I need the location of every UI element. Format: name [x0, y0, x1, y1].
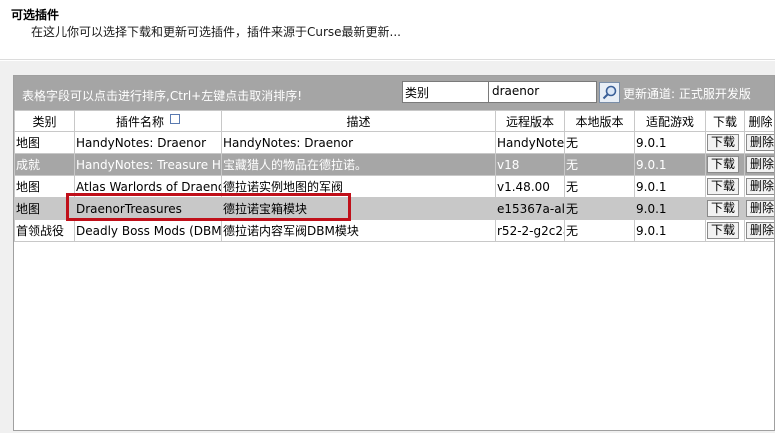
cell-delete: 删除: [744, 219, 774, 242]
column-header-game-version[interactable]: 适配游戏: [634, 110, 706, 132]
delete-button[interactable]: 删除: [746, 134, 774, 151]
table-row[interactable]: 成就 HandyNotes: Treasure Hunter 宝藏猎人的物品在德…: [14, 153, 774, 176]
cell-game-version: 9.0.1: [634, 175, 706, 198]
cell-delete: 删除: [744, 197, 774, 220]
download-button[interactable]: 下载: [707, 200, 740, 217]
cell-local-version: 无: [564, 197, 635, 220]
update-channel[interactable]: 更新通道: 正式服开发版: [623, 85, 751, 102]
update-channel-label: 更新通道:: [623, 87, 676, 101]
cell-local-version: 无: [564, 153, 635, 176]
cell-game-version: 9.0.1: [634, 219, 706, 242]
category-select-value: 类别: [405, 86, 430, 100]
delete-button[interactable]: 删除: [746, 178, 774, 195]
plugin-panel: 表格字段可以点击进行排序,Ctrl+左键点击取消排序! 类别 draenor 更…: [13, 75, 775, 431]
search-icon: [602, 85, 617, 100]
cell-local-version: 无: [564, 131, 635, 154]
cell-game-version: 9.0.1: [634, 197, 706, 220]
delete-button[interactable]: 删除: [746, 200, 774, 217]
cell-local-version: 无: [564, 175, 635, 198]
page-title: 可选插件: [11, 8, 60, 22]
cell-remote-version: r52-2-g2c2aa: [495, 219, 565, 242]
column-header-local-version[interactable]: 本地版本: [564, 110, 635, 132]
plugin-table: 类别 插件名称 描述 远程版本 本地版本 适配游戏 下载 删除 地图 Handy…: [14, 110, 774, 242]
search-input[interactable]: draenor: [488, 81, 597, 103]
cell-download: 下载: [705, 153, 745, 176]
cell-remote-version: v1.48.00: [495, 175, 565, 198]
filter-icon[interactable]: [170, 114, 180, 124]
toolbar: 表格字段可以点击进行排序,Ctrl+左键点击取消排序! 类别 draenor 更…: [14, 76, 774, 110]
column-header-delete[interactable]: 删除: [744, 110, 774, 132]
delete-button[interactable]: 删除: [746, 156, 774, 173]
cell-download: 下载: [705, 219, 745, 242]
cell-delete: 删除: [744, 175, 774, 198]
cell-category: 首领战役: [14, 219, 75, 242]
cell-download: 下载: [705, 131, 745, 154]
download-button[interactable]: 下载: [707, 178, 740, 195]
cell-delete: 删除: [744, 131, 774, 154]
download-button[interactable]: 下载: [707, 156, 740, 173]
search-input-value: draenor: [492, 84, 540, 98]
download-button[interactable]: 下载: [707, 222, 740, 239]
cell-description: 宝藏猎人的物品在德拉诺。: [221, 153, 496, 176]
cell-name: HandyNotes: Draenor: [74, 131, 222, 154]
cell-remote-version: v18: [495, 153, 565, 176]
cell-description: 德拉诺内容军阀DBM模块: [221, 219, 496, 242]
cell-download: 下载: [705, 175, 745, 198]
cell-local-version: 无: [564, 219, 635, 242]
cell-category: 成就: [14, 153, 75, 176]
table-header-row: 类别 插件名称 描述 远程版本 本地版本 适配游戏 下载 删除: [14, 110, 774, 132]
cell-description: HandyNotes: Draenor: [221, 131, 496, 154]
update-channel-value: 正式服开发版: [678, 87, 751, 101]
cell-remote-version: HandyNotes_: [495, 131, 565, 154]
header: 可选插件 在这儿你可以选择下载和更新可选插件，插件来源于Curse最新更新...: [0, 0, 775, 60]
highlight-box: [66, 193, 351, 221]
column-header-remote-version[interactable]: 远程版本: [495, 110, 565, 132]
column-header-name-label: 插件名称: [115, 114, 164, 129]
table-row[interactable]: 首领战役 Deadly Boss Mods (DBM) - Wa 德拉诺内容军阀…: [14, 219, 774, 242]
delete-button[interactable]: 删除: [746, 222, 774, 239]
column-header-category[interactable]: 类别: [14, 110, 75, 132]
cell-category: 地图: [14, 131, 75, 154]
page-subtitle: 在这儿你可以选择下载和更新可选插件，插件来源于Curse最新更新...: [31, 25, 401, 39]
cell-name: Deadly Boss Mods (DBM) - Wa: [74, 219, 222, 242]
table-row[interactable]: 地图 HandyNotes: Draenor HandyNotes: Draen…: [14, 131, 774, 154]
cell-game-version: 9.0.1: [634, 131, 706, 154]
search-button[interactable]: [599, 82, 620, 103]
cell-remote-version: e15367a-alph: [495, 197, 565, 220]
cell-name: HandyNotes: Treasure Hunter: [74, 153, 222, 176]
sort-hint: 表格字段可以点击进行排序,Ctrl+左键点击取消排序!: [22, 89, 303, 103]
cell-download: 下载: [705, 197, 745, 220]
column-header-download[interactable]: 下载: [705, 110, 745, 132]
column-header-description[interactable]: 描述: [221, 110, 496, 132]
cell-delete: 删除: [744, 153, 774, 176]
cell-game-version: 9.0.1: [634, 153, 706, 176]
column-header-name[interactable]: 插件名称: [74, 110, 222, 132]
download-button[interactable]: 下载: [707, 134, 740, 151]
